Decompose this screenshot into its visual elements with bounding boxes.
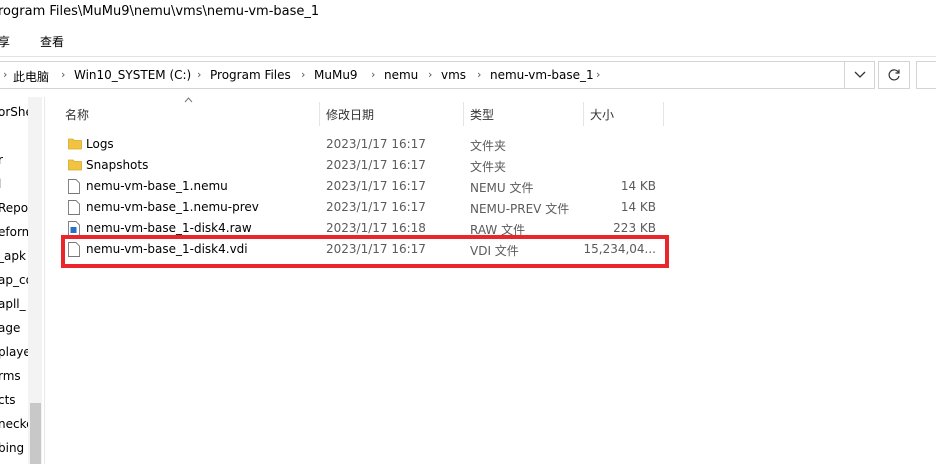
file-type: 文件夹 [470,160,507,174]
folder-icon [68,158,82,173]
address-history-dropdown[interactable] [845,61,875,89]
breadcrumb-program-files[interactable]: Program Files [210,68,291,82]
nav-item[interactable]: playe [0,345,31,359]
highlight-box [61,235,669,268]
file-name: nemu-vm-base_1.nemu-prev [86,200,259,214]
file-size: 14 KB [620,200,656,214]
file-icon [68,200,82,215]
chevron-down-icon [845,62,874,88]
nav-item[interactable]: apll_ [0,297,26,311]
column-divider[interactable] [463,102,464,126]
nav-item[interactable]: bing [0,441,24,455]
refresh-button[interactable] [878,61,910,89]
raw-file-icon [68,221,82,236]
crumb-separator[interactable]: › [301,68,305,81]
file-row[interactable]: Snapshots 2023/1/17 16:17 文件夹 [60,155,670,176]
breadcrumb-nemu-vm-base-1[interactable]: nemu-vm-base_1 [490,68,594,82]
breadcrumb-vms[interactable]: vms [441,68,466,82]
column-header-type[interactable]: 类型 [470,106,494,123]
column-divider[interactable] [319,102,320,126]
breadcrumb-mumu9[interactable]: MuMu9 [314,68,358,82]
crumb-separator[interactable]: › [477,68,481,81]
nav-item[interactable]: l [0,177,1,191]
file-size: 223 KB [613,221,656,235]
file-size: 14 KB [620,179,656,193]
file-type: NEMU 文件 [470,181,534,195]
column-divider[interactable] [663,102,664,126]
crumb-separator[interactable]: › [197,68,201,81]
column-header-date[interactable]: 修改日期 [326,106,374,123]
file-row[interactable]: nemu-vm-base_1.nemu 2023/1/17 16:17 NEMU… [60,176,670,197]
sort-up-icon [184,96,193,106]
crumb-separator[interactable]: › [371,68,375,81]
search-box[interactable] [916,61,936,89]
ribbon-divider [0,56,936,57]
file-name: nemu-vm-base_1-disk4.raw [86,221,252,235]
nav-item[interactable]: rms [0,369,21,383]
breadcrumb-this-pc[interactable]: 此电脑 [13,68,49,85]
address-bar[interactable]: › 此电脑 › Win10_SYSTEM (C:) › Program File… [0,61,845,89]
nav-scrollbar-thumb[interactable] [30,403,41,464]
file-name: Logs [86,137,114,151]
breadcrumb-drive-c[interactable]: Win10_SYSTEM (C:) [74,68,191,82]
folder-icon [68,137,82,152]
column-header-name[interactable]: 名称 [65,106,89,123]
column-divider[interactable] [583,102,584,126]
menu-view[interactable]: 查看 [40,33,64,50]
crumb-separator[interactable]: › [3,68,7,81]
nav-item[interactable]: _apk [0,249,26,263]
nav-item[interactable]: cts [0,393,16,407]
file-icon [68,179,82,194]
file-date: 2023/1/17 16:17 [326,137,426,151]
refresh-icon [879,62,909,88]
breadcrumb-nemu[interactable]: nemu [384,68,418,82]
file-type: 文件夹 [470,139,507,153]
nav-item[interactable]: r [0,153,3,167]
menu-share[interactable]: 享 [0,33,10,50]
window-title: rogram Files\MuMu9\nemu\vms\nemu-vm-base… [0,4,320,19]
file-row[interactable]: Logs 2023/1/17 16:17 文件夹 [60,134,670,155]
file-date: 2023/1/17 16:18 [326,221,426,235]
file-date: 2023/1/17 16:17 [326,179,426,193]
file-type: NEMU-PREV 文件 [470,202,570,216]
file-name: nemu-vm-base_1.nemu [86,179,228,193]
file-date: 2023/1/17 16:17 [326,200,426,214]
file-name: Snapshots [86,158,149,172]
nav-item[interactable]: Repo [0,201,28,215]
nav-item[interactable]: age [0,321,20,335]
crumb-separator[interactable]: › [428,68,432,81]
crumb-separator[interactable]: › [596,68,600,81]
file-date: 2023/1/17 16:17 [326,158,426,172]
column-header-size[interactable]: 大小 [590,106,614,123]
file-row[interactable]: nemu-vm-base_1.nemu-prev 2023/1/17 16:17… [60,197,670,218]
crumb-separator[interactable]: › [61,68,65,81]
